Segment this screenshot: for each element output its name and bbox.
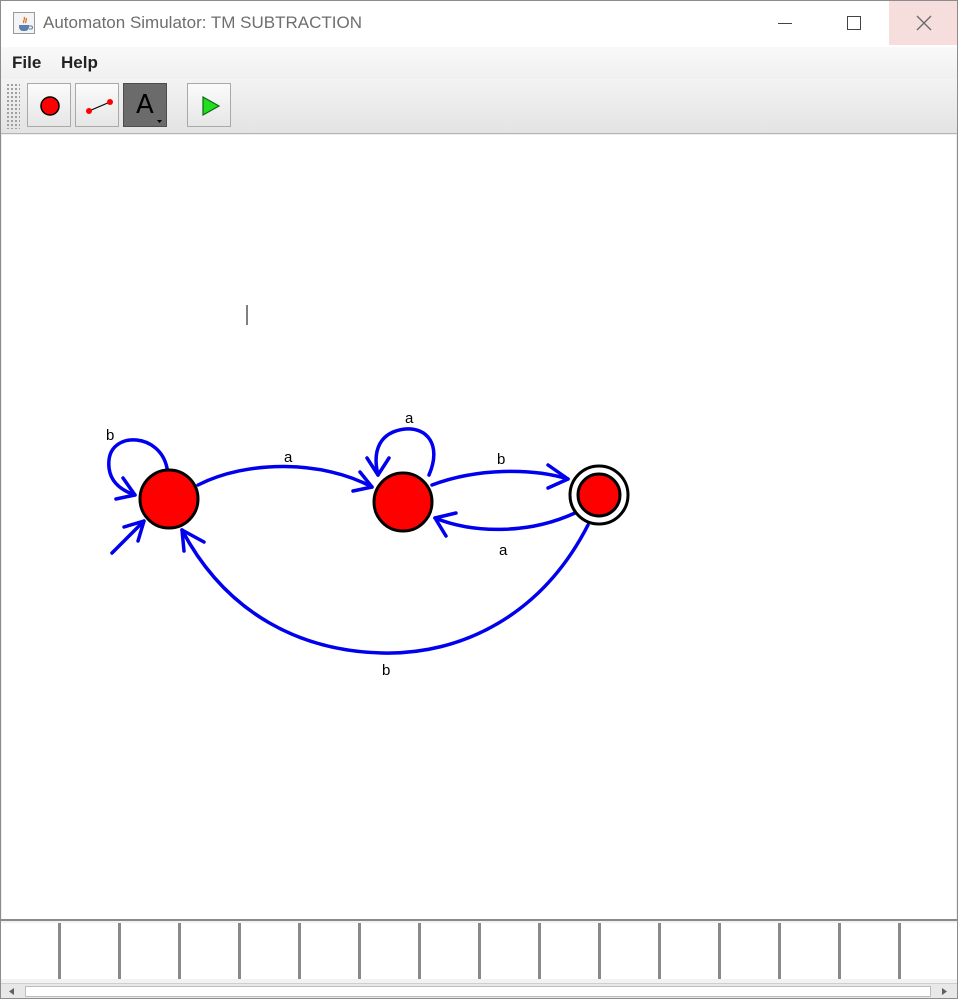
tape-row [1, 923, 957, 981]
state-q2[interactable] [568, 464, 630, 526]
scroll-right-icon[interactable] [935, 984, 953, 999]
state-q0[interactable] [138, 468, 200, 530]
edge-q1-q2[interactable] [430, 469, 570, 487]
transition-line-icon [86, 99, 113, 114]
edge-q2-q0[interactable] [180, 523, 590, 655]
menu-bar: File Help [1, 47, 957, 79]
tape-cell[interactable] [1, 923, 61, 979]
edge-label-q2-q1[interactable]: a [499, 542, 508, 559]
tape-cell[interactable] [541, 923, 601, 979]
menu-file[interactable]: File [12, 53, 41, 73]
edge-label-q2-q0[interactable]: b [382, 662, 390, 679]
tape-cell[interactable] [361, 923, 421, 979]
tape-cell[interactable] [481, 923, 541, 979]
scroll-thumb[interactable] [25, 986, 931, 997]
minimize-icon [778, 23, 792, 24]
menu-help[interactable]: Help [61, 53, 98, 73]
label-tool-button[interactable]: A [123, 83, 167, 127]
toolbar: A [1, 79, 957, 134]
edge-q2-q1[interactable] [433, 511, 577, 532]
tape-cell[interactable] [61, 923, 121, 979]
dropdown-arrow-icon [157, 120, 162, 123]
app-window: Automaton Simulator: TM SUBTRACTION File… [0, 0, 958, 999]
tape-cell[interactable] [421, 923, 481, 979]
maximize-icon [847, 16, 861, 30]
state-q1[interactable] [372, 471, 434, 533]
state-tool-button[interactable] [27, 83, 71, 127]
tape-cell[interactable] [121, 923, 181, 979]
tape-cell[interactable] [661, 923, 721, 979]
edge-label-q1-q2[interactable]: b [497, 451, 505, 468]
edge-label-q0-q1[interactable]: a [284, 449, 293, 466]
automaton-canvas[interactable]: b a a b a b [2, 135, 956, 919]
close-button[interactable] [889, 1, 957, 45]
automaton-diagram: b a a b a b [106, 305, 630, 679]
tape-cell[interactable] [841, 923, 901, 979]
tape-cell[interactable] [901, 923, 957, 979]
transition-tool-button[interactable] [75, 83, 119, 127]
title-bar: Automaton Simulator: TM SUBTRACTION [1, 1, 957, 47]
tape-cell[interactable] [181, 923, 241, 979]
maximize-button[interactable] [819, 1, 887, 45]
red-circle-icon [40, 96, 60, 116]
close-icon [916, 15, 932, 31]
tape-cell[interactable] [601, 923, 661, 979]
edge-q0-q1[interactable] [196, 464, 374, 489]
run-tool-button[interactable] [187, 83, 231, 127]
tape-cell[interactable] [721, 923, 781, 979]
scroll-left-icon[interactable] [3, 984, 21, 999]
edge-q1-q1[interactable] [374, 427, 436, 477]
edge-label-q0-q0[interactable]: b [106, 427, 114, 444]
window-title: Automaton Simulator: TM SUBTRACTION [43, 13, 362, 32]
java-cup-icon [13, 12, 35, 34]
tape-cell[interactable] [301, 923, 361, 979]
tape-cell[interactable] [781, 923, 841, 979]
initial-arrow [110, 519, 146, 555]
green-play-icon [202, 95, 221, 117]
minimize-button[interactable] [751, 1, 819, 45]
tape-cell[interactable] [241, 923, 301, 979]
toolbar-grip[interactable] [6, 83, 20, 129]
tape-panel [1, 919, 957, 985]
edge-label-q1-q1[interactable]: a [405, 410, 414, 427]
horizontal-scrollbar[interactable] [1, 983, 957, 999]
